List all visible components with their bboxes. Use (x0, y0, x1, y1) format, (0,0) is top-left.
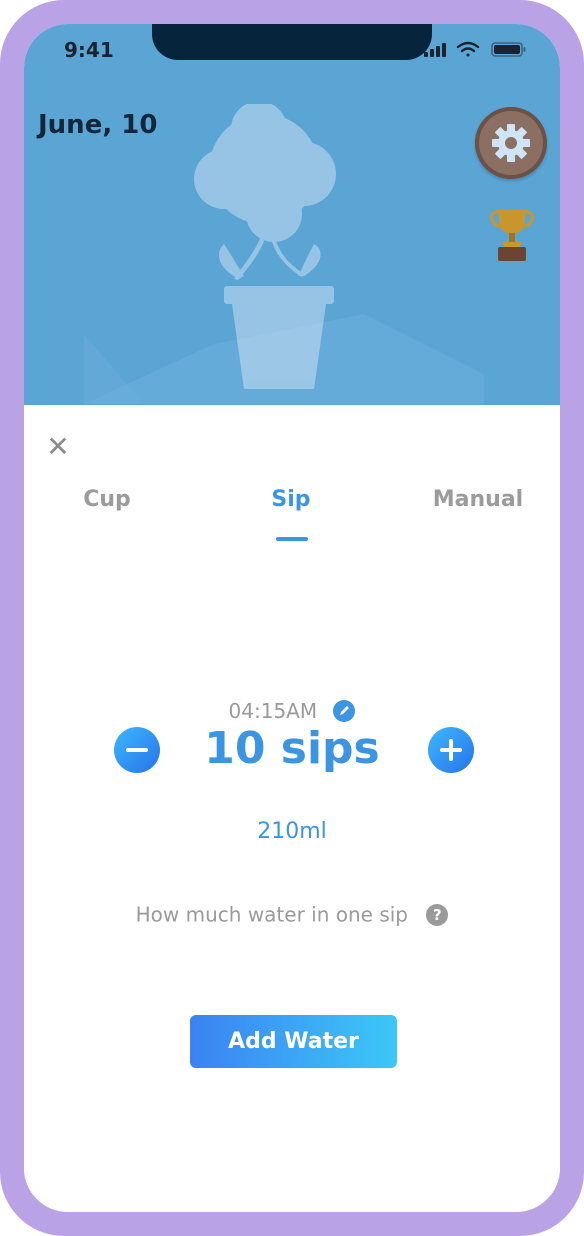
gear-icon (492, 124, 530, 162)
volume-label: 210ml (257, 819, 327, 844)
settings-button[interactable] (475, 107, 547, 179)
hint-text: How much water in one sip (135, 902, 408, 927)
tab-manual[interactable]: Manual (428, 487, 528, 512)
tab-cup[interactable]: Cup (62, 487, 152, 512)
time-label: 04:15AM (228, 698, 318, 723)
app-screen: 9:41 June, 10 ✕ Cup Sip Manual 04:15AM 1… (24, 24, 560, 1212)
wifi-icon (456, 41, 480, 57)
pencil-icon[interactable] (333, 699, 356, 722)
status-time: 9:41 (64, 38, 114, 62)
increase-button[interactable] (428, 727, 474, 773)
battery-icon (491, 42, 526, 57)
plus-icon (449, 739, 453, 761)
trophy-icon[interactable] (488, 206, 536, 266)
plant-scene: 9:41 June, 10 (24, 24, 560, 405)
plant-illustration (84, 104, 484, 404)
active-tab-indicator (276, 537, 308, 541)
add-water-button[interactable]: Add Water (190, 1015, 397, 1068)
tab-sip[interactable]: Sip (246, 487, 336, 512)
device-frame: 9:41 June, 10 ✕ Cup Sip Manual 04:15AM 1… (0, 0, 584, 1236)
status-icons (424, 41, 526, 57)
question-icon[interactable]: ? (426, 903, 449, 926)
sip-size-hint: How much water in one sip ? (24, 901, 560, 927)
signal-icon (424, 43, 446, 57)
close-icon[interactable]: ✕ (44, 433, 72, 461)
device-notch (152, 24, 432, 60)
time-row: 04:15AM (24, 697, 560, 723)
sips-amount: 10 sips (204, 723, 380, 774)
add-water-sheet: ✕ Cup Sip Manual 04:15AM 10 sips 210ml H… (24, 405, 560, 1212)
date-label: June, 10 (38, 110, 158, 140)
